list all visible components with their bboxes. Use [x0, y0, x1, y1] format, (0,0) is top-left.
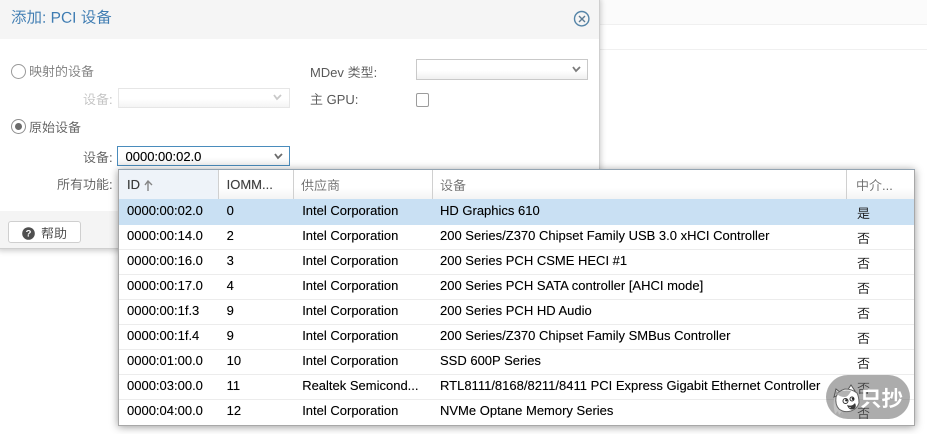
svg-text:?: ?: [26, 229, 32, 240]
